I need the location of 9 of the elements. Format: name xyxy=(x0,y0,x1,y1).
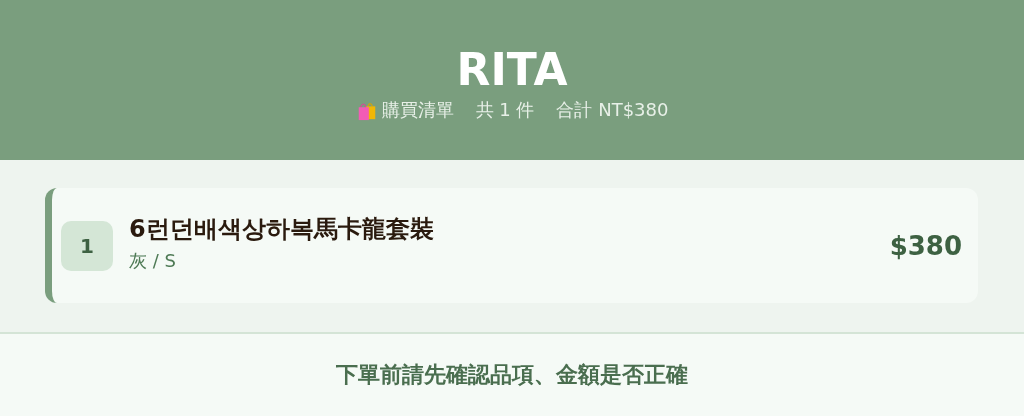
store-title: RITA xyxy=(456,44,568,96)
total-amount: 合計 NT$380 xyxy=(556,98,669,122)
list-label: 購買清單 xyxy=(381,98,454,122)
item-count: 共 1 件 xyxy=(475,98,535,122)
notice-text: 下單前請先確認品項、金額是否正確 xyxy=(336,361,688,389)
item-number: 1 xyxy=(61,220,113,271)
item-price: $380 xyxy=(889,230,962,261)
item-name: 6런던배색상하복馬卡龍套裝 xyxy=(129,213,435,245)
item-variant: 灰 / S xyxy=(129,248,177,273)
